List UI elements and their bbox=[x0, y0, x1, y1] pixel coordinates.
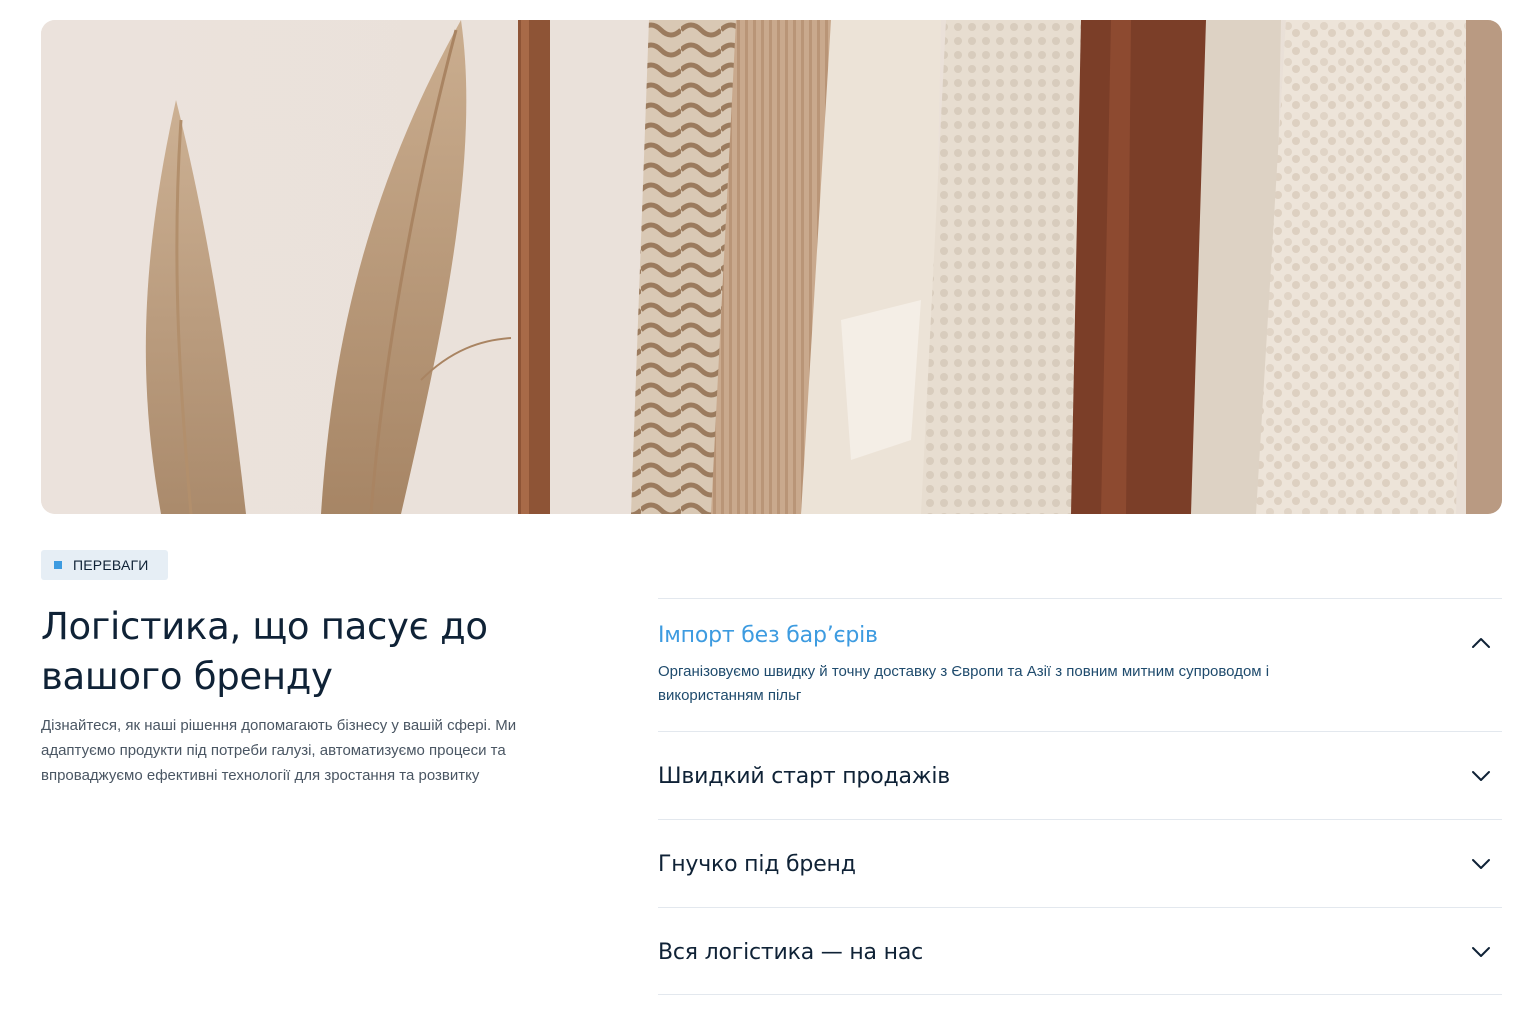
chevron-down-icon[interactable] bbox=[1470, 941, 1492, 963]
chevron-up-icon[interactable] bbox=[1470, 632, 1492, 654]
accordion-item-import[interactable]: Імпорт без бар’єрів Організовуємо швидку… bbox=[658, 598, 1502, 731]
accordion-item-body: Організовуємо швидку й точну доставку з … bbox=[658, 663, 1270, 704]
chevron-down-icon[interactable] bbox=[1470, 765, 1492, 787]
section-tag: ПЕРЕВАГИ bbox=[41, 550, 168, 580]
accordion-item-fast-start[interactable]: Швидкий старт продажів bbox=[658, 731, 1502, 819]
section-title: Логістика, що пасує до вашого бренду bbox=[41, 605, 488, 698]
accordion-item-flexible-brand[interactable]: Гнучко під бренд bbox=[658, 819, 1502, 907]
accordion-item-title[interactable]: Вся логістика — на нас bbox=[658, 940, 923, 965]
accordion-item-title[interactable]: Імпорт без бар’єрів bbox=[658, 623, 878, 648]
accordion-item-title[interactable]: Швидкий старт продажів bbox=[658, 764, 950, 789]
tag-label: ПЕРЕВАГИ bbox=[73, 557, 149, 573]
tag-square-icon bbox=[54, 561, 62, 569]
benefits-accordion: Імпорт без бар’єрів Організовуємо швидку… bbox=[658, 598, 1502, 995]
hero-image bbox=[41, 20, 1502, 514]
accordion-item-all-logistics[interactable]: Вся логістика — на нас bbox=[658, 907, 1502, 995]
chevron-down-icon[interactable] bbox=[1470, 853, 1492, 875]
section-description: Дізнайтеся, як наші рішення допомагають … bbox=[41, 717, 517, 784]
accordion-item-title[interactable]: Гнучко під бренд bbox=[658, 852, 856, 877]
